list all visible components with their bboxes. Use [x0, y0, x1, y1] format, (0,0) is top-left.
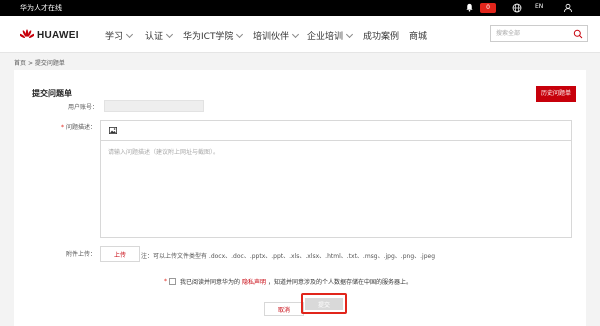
privacy-statement-link[interactable]: 隐私声明 [242, 277, 266, 286]
chevron-down-icon [291, 30, 300, 38]
breadcrumb: 首页 > 提交问题单 [14, 58, 65, 67]
bell-icon[interactable] [465, 3, 474, 12]
upload-file-types-note: 注：可以上传文件类型有 .docx、.doc、.pptx、.ppt、.xls、.… [141, 253, 436, 260]
attachment-label: 附件上传： [65, 251, 96, 258]
huawei-logo[interactable]: HUAWEI [20, 28, 79, 42]
nav-enterprise-training[interactable]: 企业培训 [307, 29, 354, 42]
submit-highlight: 提交 [301, 293, 347, 314]
top-bar: 华为人才在线 0 EN [0, 0, 600, 16]
site-name[interactable]: 华为人才在线 [20, 3, 62, 13]
description-label: * 问题描述： [60, 124, 96, 131]
brand-name: HUAWEI [37, 29, 79, 41]
chevron-down-icon [236, 30, 244, 38]
ticket-form-card: 提交问题单 历史问题单 用户账号： *问题描述： 附件上传： 上传 注：可以上传… [14, 70, 586, 326]
main-header: HUAWEI 学习 认证 华为ICT学院 培训伙伴 企业培训 成功案例 商城 [0, 16, 600, 53]
username-label: 用户账号： [67, 104, 98, 111]
cancel-button[interactable]: 取消 [264, 302, 304, 316]
breadcrumb-home[interactable]: 首页 [14, 60, 26, 67]
globe-icon[interactable] [512, 3, 522, 13]
description-input[interactable] [108, 147, 564, 233]
upload-button[interactable]: 上传 [100, 246, 140, 262]
nav-certification[interactable]: 认证 [145, 29, 174, 42]
chevron-down-icon [165, 30, 174, 38]
notification-badge[interactable]: 0 [480, 3, 496, 13]
privacy-agreement: * 我已阅读并同意华为的 隐私声明 ，知道并同意涉及的个人数据存储在中国的服务器… [164, 277, 412, 286]
page-title: 提交问题单 [32, 89, 72, 98]
agree-checkbox[interactable] [169, 278, 176, 285]
nav-success-stories[interactable]: 成功案例 [363, 29, 399, 42]
search-icon[interactable] [573, 29, 583, 39]
username-field [104, 100, 204, 112]
required-asterisk: * [164, 278, 167, 285]
agree-text-prefix: 我已阅读并同意华为的 [180, 279, 241, 286]
search-box [490, 25, 588, 42]
chevron-down-icon [345, 30, 354, 38]
search-input[interactable] [491, 26, 571, 41]
chevron-down-icon [125, 30, 134, 38]
breadcrumb-separator: > [27, 60, 33, 67]
description-editor [100, 120, 572, 238]
submit-button[interactable]: 提交 [305, 298, 343, 310]
nav-learning[interactable]: 学习 [105, 29, 134, 42]
insert-image-icon[interactable] [109, 127, 117, 134]
nav-training-partners[interactable]: 培训伙伴 [253, 29, 300, 42]
history-tickets-button[interactable]: 历史问题单 [536, 86, 576, 102]
nav-store[interactable]: 商城 [409, 29, 427, 42]
huawei-flower-icon [20, 29, 34, 38]
nav-ict-academy[interactable]: 华为ICT学院 [183, 29, 244, 42]
agree-text-suffix: ，知道并同意涉及的个人数据存储在中国的服务器上。 [268, 279, 413, 286]
language-switch[interactable]: EN [535, 3, 543, 10]
required-asterisk: * [60, 124, 64, 131]
user-icon[interactable] [563, 3, 573, 13]
breadcrumb-current: 提交问题单 [34, 60, 65, 67]
editor-toolbar [101, 121, 571, 141]
